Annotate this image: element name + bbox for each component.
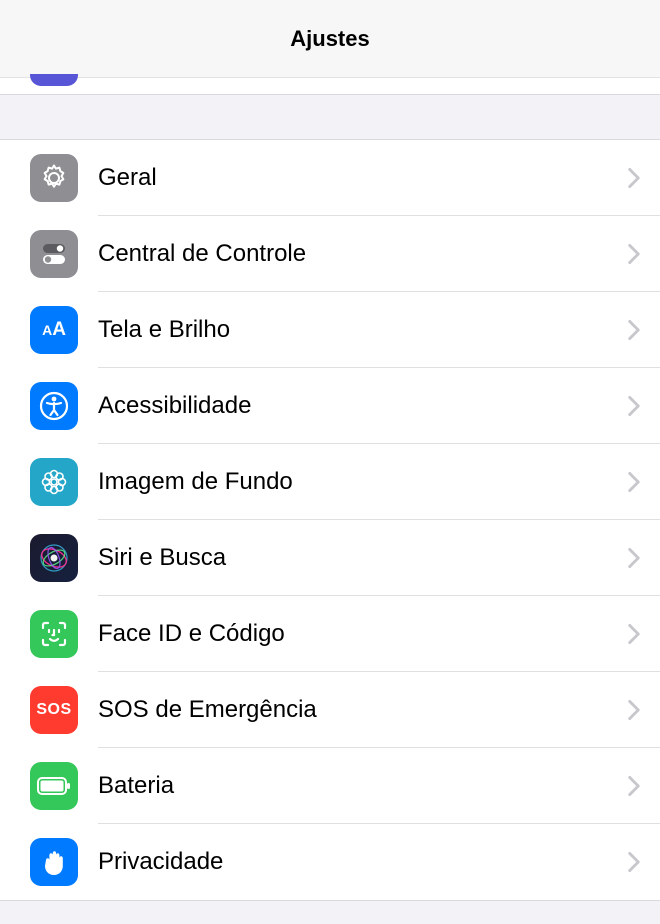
partial-icon [30,74,78,86]
partial-row [0,78,660,94]
row-label: Bateria [98,772,628,800]
sos-icon-text: SOS [36,701,71,719]
chevron-right-icon [628,320,640,340]
row-label: Privacidade [98,848,628,876]
chevron-right-icon [628,244,640,264]
section-gap [0,94,660,140]
row-label: Acessibilidade [98,392,628,420]
accessibility-icon [30,382,78,430]
row-label: Central de Controle [98,240,628,268]
chevron-right-icon [628,624,640,644]
row-label: Face ID e Código [98,620,628,648]
settings-section: Geral Central de Controle AA Tela e Bril… [0,140,660,900]
row-emergency-sos[interactable]: SOS SOS de Emergência [0,672,660,748]
gear-icon [30,154,78,202]
row-battery[interactable]: Bateria [0,748,660,824]
chevron-right-icon [628,700,640,720]
previous-section-partial [0,78,660,94]
hand-icon [30,838,78,886]
page-title: Ajustes [290,26,369,52]
chevron-right-icon [628,168,640,188]
chevron-right-icon [628,548,640,568]
siri-icon [30,534,78,582]
row-faceid-passcode[interactable]: Face ID e Código [0,596,660,672]
text-size-icon: AA [30,306,78,354]
header-bar: Ajustes [0,0,660,78]
row-label: SOS de Emergência [98,696,628,724]
toggles-icon [30,230,78,278]
row-general[interactable]: Geral [0,140,660,216]
row-label: Imagem de Fundo [98,468,628,496]
flower-icon [30,458,78,506]
row-wallpaper[interactable]: Imagem de Fundo [0,444,660,520]
row-accessibility[interactable]: Acessibilidade [0,368,660,444]
chevron-right-icon [628,396,640,416]
row-display-brightness[interactable]: AA Tela e Brilho [0,292,660,368]
faceid-icon [30,610,78,658]
row-privacy[interactable]: Privacidade [0,824,660,900]
section-gap-bottom [0,900,660,924]
chevron-right-icon [628,776,640,796]
row-label: Siri e Busca [98,544,628,572]
chevron-right-icon [628,852,640,872]
row-label: Tela e Brilho [98,316,628,344]
sos-icon: SOS [30,686,78,734]
row-siri-search[interactable]: Siri e Busca [0,520,660,596]
battery-icon [30,762,78,810]
chevron-right-icon [628,472,640,492]
row-label: Geral [98,164,628,192]
row-control-center[interactable]: Central de Controle [0,216,660,292]
